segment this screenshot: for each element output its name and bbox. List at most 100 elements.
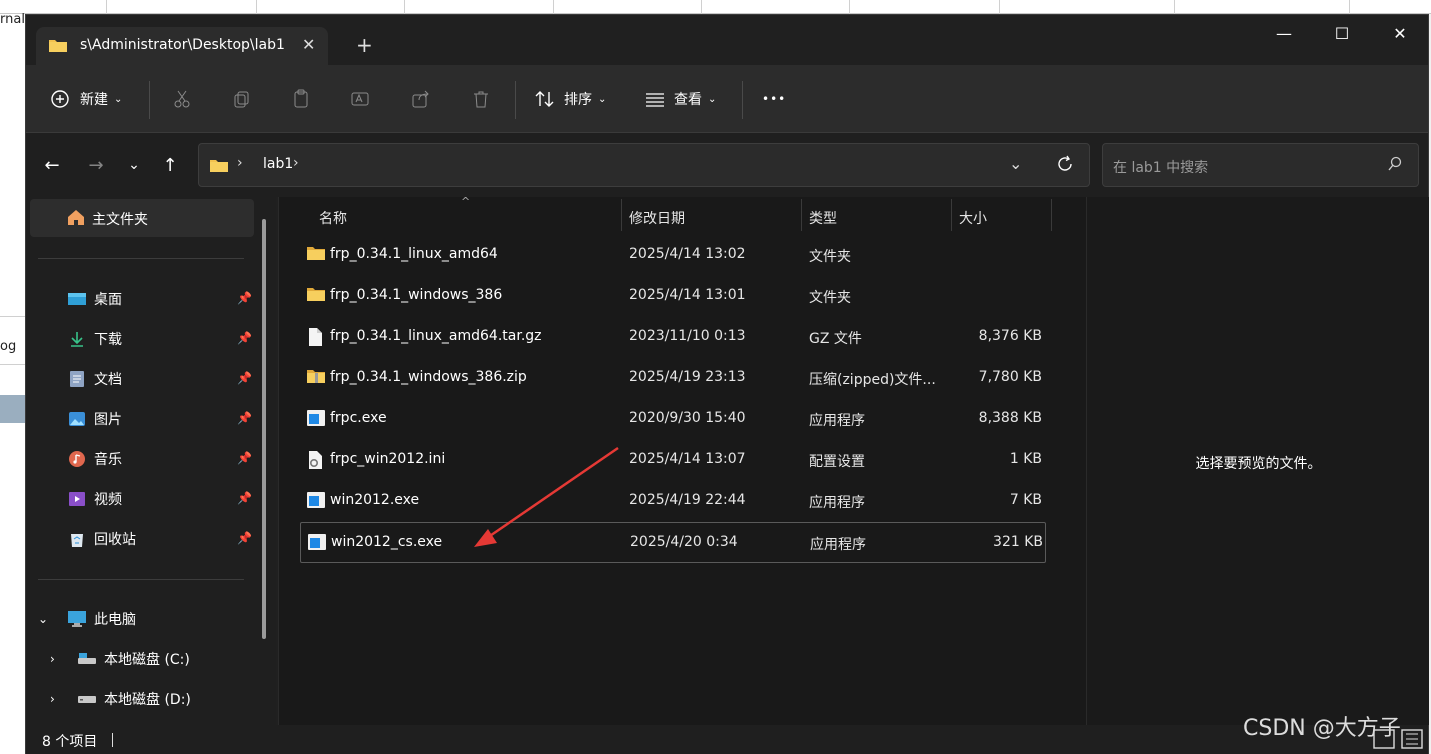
share-icon (411, 89, 431, 109)
close-icon[interactable]: ✕ (302, 35, 315, 54)
file-date: 2025/4/19 22:44 (629, 492, 746, 508)
minimize-button[interactable]: — (1255, 15, 1313, 51)
sidebar-scrollbar[interactable] (262, 219, 266, 639)
file-row[interactable]: frpc_win2012.ini 2025/4/14 13:07 配置设置 1 … (300, 440, 1046, 481)
sidebar-item-music[interactable]: 音乐 (66, 443, 256, 475)
more-options-button[interactable]: ••• (762, 85, 786, 113)
chevron-right-icon[interactable]: › (50, 652, 64, 666)
sidebar-item-label: 桌面 (94, 292, 122, 308)
background-cell: og (0, 339, 17, 354)
sidebar-item-home[interactable]: 主文件夹 (30, 199, 254, 237)
cut-button[interactable] (172, 85, 192, 113)
tab-lab1[interactable]: s\Administrator\Desktop\lab1 ✕ (36, 27, 328, 65)
sidebar-item-desktop[interactable]: 桌面 (66, 283, 256, 315)
background-app-left-column: rnal og (0, 12, 25, 754)
pin-icon[interactable]: 📌 (237, 331, 252, 345)
sidebar-item-drive-d[interactable]: › 本地磁盘 (D:) (50, 683, 260, 715)
pin-icon[interactable]: 📌 (237, 371, 252, 385)
file-date: 2025/4/14 13:02 (629, 246, 746, 262)
pin-icon[interactable]: 📌 (237, 291, 252, 305)
sidebar-item-label: 图片 (94, 412, 122, 428)
column-header-name[interactable]: 名称 (319, 203, 347, 233)
sidebar-item-label: 视频 (94, 492, 122, 508)
file-size: 8,376 KB (978, 328, 1042, 344)
file-date: 2023/11/10 0:13 (629, 328, 746, 344)
preview-pane: 选择要预览的文件。 (1086, 197, 1429, 725)
search-input[interactable]: 在 lab1 中搜索 (1113, 157, 1208, 177)
file-date: 2025/4/20 0:34 (630, 534, 738, 550)
sidebar-item-drive-c[interactable]: › 本地磁盘 (C:) (50, 643, 260, 675)
file-row[interactable]: frp_0.34.1_windows_386.zip 2025/4/19 23:… (300, 358, 1046, 399)
maximize-button[interactable]: ☐ (1313, 15, 1371, 51)
videos-icon (66, 489, 88, 509)
sort-button[interactable]: 排序 ⌄ (534, 85, 606, 113)
file-row[interactable]: frp_0.34.1_linux_amd64 2025/4/14 13:02 文… (300, 235, 1046, 276)
pictures-icon (66, 409, 88, 429)
chevron-down-icon[interactable]: ⌄ (38, 612, 54, 626)
view-list-icon (644, 89, 666, 109)
navigation-pane: 主文件夹 桌面 📌 下载 📌 文档 📌 图片 📌 音乐 📌 视频 📌 回收站 📌… (26, 197, 276, 725)
chevron-right-icon[interactable]: › (50, 692, 64, 706)
file-name: frp_0.34.1_windows_386 (330, 287, 503, 303)
exe-icon (307, 533, 327, 555)
chevron-right-icon: › (237, 155, 243, 171)
file-type: 应用程序 (809, 495, 865, 511)
desktop-icon (66, 289, 88, 309)
file-row-selected[interactable]: win2012_cs.exe 2025/4/20 0:34 应用程序 321 K… (300, 522, 1046, 563)
view-button[interactable]: 查看 ⌄ (644, 85, 716, 113)
sidebar-item-videos[interactable]: 视频 (66, 483, 256, 515)
recent-locations-button[interactable]: ⌄ (120, 153, 148, 177)
sidebar-item-downloads[interactable]: 下载 (66, 323, 256, 355)
file-row[interactable]: frp_0.34.1_linux_amd64.tar.gz 2023/11/10… (300, 317, 1046, 358)
folder-icon (209, 157, 229, 177)
delete-button[interactable] (471, 85, 491, 113)
sidebar-item-pictures[interactable]: 图片 (66, 403, 256, 435)
new-button[interactable]: 新建 ⌄ (50, 85, 122, 113)
documents-icon (66, 369, 88, 389)
sidebar-item-this-pc[interactable]: ⌄ 此电脑 (38, 603, 258, 635)
new-label: 新建 (80, 92, 108, 108)
view-toggle-icons[interactable] (1372, 728, 1428, 754)
pin-icon[interactable]: 📌 (237, 491, 252, 505)
sidebar-item-recycle-bin[interactable]: 回收站 (66, 523, 256, 555)
address-bar[interactable]: › lab1 › ⌄ (198, 143, 1090, 187)
search-box[interactable]: 在 lab1 中搜索 (1102, 143, 1419, 187)
arrow-right-icon: → (88, 154, 104, 176)
chevron-down-icon[interactable]: ⌄ (1009, 154, 1022, 173)
pin-icon[interactable]: 📌 (237, 531, 252, 545)
file-type: 配置设置 (809, 454, 865, 470)
plus-icon[interactable]: + (356, 33, 373, 57)
file-size: 1 KB (1009, 451, 1042, 467)
refresh-icon[interactable] (1055, 154, 1075, 178)
arrow-up-icon: ↑ (162, 154, 178, 176)
copy-button[interactable] (232, 85, 252, 113)
music-icon (66, 449, 88, 469)
sidebar-item-label: 主文件夹 (92, 212, 148, 228)
up-button[interactable]: ↑ (156, 153, 184, 177)
file-row[interactable]: frp_0.34.1_windows_386 2025/4/14 13:01 文… (300, 276, 1046, 317)
sidebar-item-documents[interactable]: 文档 (66, 363, 256, 395)
chevron-right-icon[interactable]: › (293, 155, 299, 171)
sidebar-item-label: 本地磁盘 (D:) (104, 692, 191, 708)
breadcrumb-lab1[interactable]: lab1 (263, 156, 293, 172)
file-row[interactable]: frpc.exe 2020/9/30 15:40 应用程序 8,388 KB (300, 399, 1046, 440)
sidebar-item-label: 回收站 (94, 532, 136, 548)
exe-icon (306, 491, 326, 513)
back-button[interactable]: ← (38, 153, 66, 177)
pin-icon[interactable]: 📌 (237, 451, 252, 465)
close-window-button[interactable]: ✕ (1371, 15, 1429, 51)
rename-button[interactable] (350, 85, 370, 113)
column-header-type[interactable]: 类型 (809, 203, 837, 233)
tab-title: s\Administrator\Desktop\lab1 (80, 37, 285, 53)
forward-button[interactable]: → (82, 153, 110, 177)
paste-button[interactable] (291, 85, 311, 113)
column-header-size[interactable]: 大小 (959, 203, 987, 233)
file-date: 2025/4/19 23:13 (629, 369, 746, 385)
file-row[interactable]: win2012.exe 2025/4/19 22:44 应用程序 7 KB (300, 481, 1046, 522)
pin-icon[interactable]: 📌 (237, 411, 252, 425)
computer-icon (66, 609, 88, 629)
search-icon[interactable] (1387, 156, 1403, 176)
status-bar: 8 个项目 (26, 725, 1428, 754)
column-header-date[interactable]: 修改日期 (629, 203, 685, 233)
share-button[interactable] (411, 85, 431, 113)
